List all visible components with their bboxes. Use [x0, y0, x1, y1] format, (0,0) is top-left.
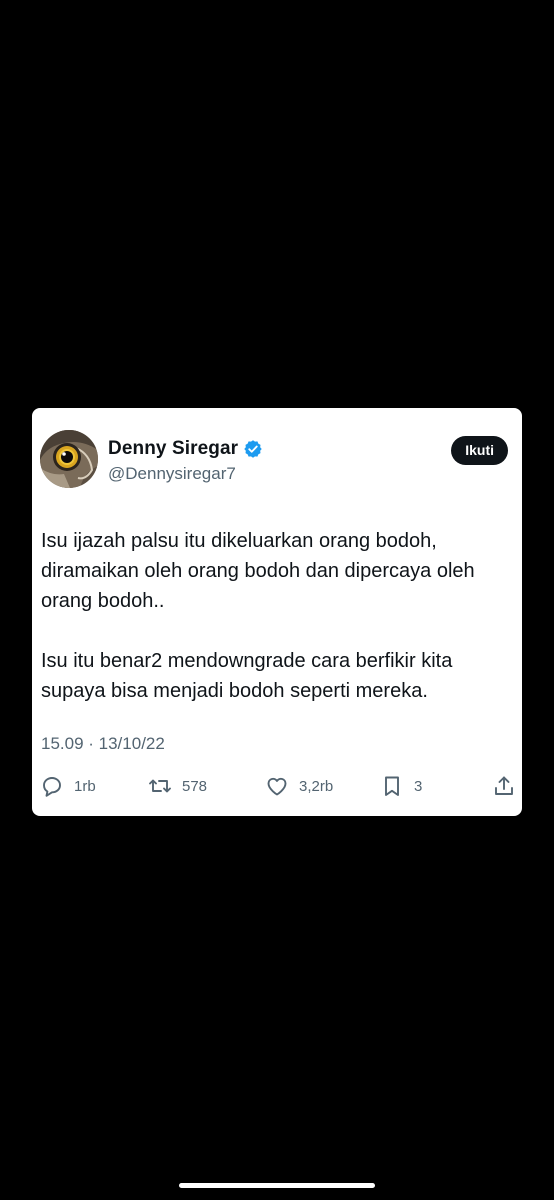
avatar[interactable] [40, 430, 98, 488]
retweet-icon [149, 779, 171, 793]
home-indicator[interactable] [179, 1183, 375, 1188]
tweet-text: Isu ijazah palsu itu dikeluarkan orang b… [41, 530, 475, 702]
tweet-card: Denny Siregar @Dennysiregar7 Ikuti Isu i… [32, 408, 522, 816]
bookmark-icon [385, 776, 399, 796]
reply-count: 1rb [74, 777, 96, 795]
bookmark-count: 3 [414, 777, 423, 795]
retweet-count: 578 [182, 777, 208, 795]
owl-avatar-image [40, 430, 98, 488]
heart-icon [267, 777, 287, 796]
tweet-actions: 1rb 578 3,2rb 3 [40, 774, 516, 800]
share-button[interactable] [492, 774, 516, 798]
reply-button[interactable]: 1rb [40, 774, 96, 798]
tweet-timestamp[interactable]: 15.09 · 13/10/22 [41, 734, 165, 754]
bookmark-button[interactable]: 3 [380, 774, 422, 798]
name-row: Denny Siregar [108, 438, 263, 460]
reply-icon [43, 777, 61, 797]
display-name[interactable]: Denny Siregar [108, 438, 238, 460]
like-count: 3,2rb [299, 777, 334, 795]
share-icon [495, 776, 513, 795]
verified-badge-icon [244, 440, 262, 458]
follow-button[interactable]: Ikuti [451, 436, 508, 465]
like-button[interactable]: 3,2rb [265, 774, 333, 798]
retweet-button[interactable]: 578 [148, 774, 207, 798]
user-handle[interactable]: @Dennysiregar7 [108, 464, 236, 484]
